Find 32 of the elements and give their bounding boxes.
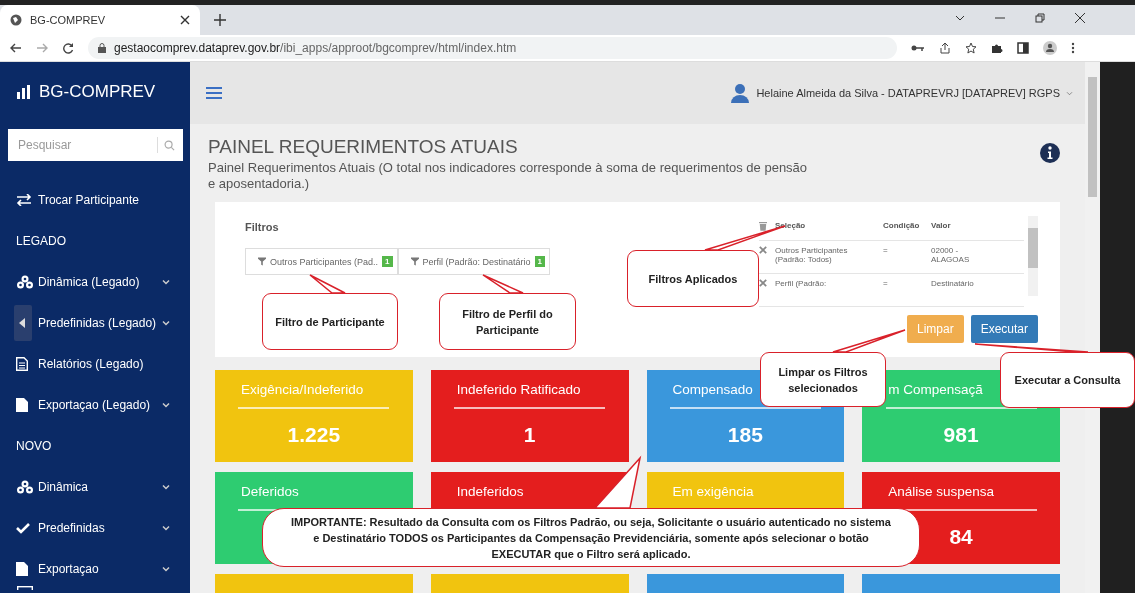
- card-label: Indeferido Ratificado: [456, 382, 581, 397]
- table-cell-text: =: [883, 246, 889, 255]
- column-header: Seleção: [775, 221, 807, 230]
- sidebar-section-heading: NOVO: [15, 437, 53, 455]
- card-label: Deferidos: [241, 484, 299, 499]
- table-cell-text: Perfil (Padrão:: [775, 279, 828, 288]
- card-value: 981: [943, 423, 979, 447]
- url-text: gestaocomprev.dataprev.gov.br/ibi_apps/approot/bgcomprev/html/index.htm: [114, 41, 517, 55]
- page-subtitle: Painel Requerimentos Atuais (O total nos indicadores corresponde à soma de requerimentos de pensão e aposentadoria.): [208, 160, 808, 192]
- card-value: 84: [949, 525, 973, 549]
- page-title: PAINEL REQUERIMENTOS ATUAIS: [208, 136, 519, 158]
- tab-title: BG-COMPREV: [30, 14, 107, 26]
- column-header: Condição: [883, 221, 921, 230]
- card-label: Em exigência: [672, 484, 754, 499]
- card-value: 185: [727, 423, 763, 447]
- card-value: 1: [523, 423, 536, 447]
- table-cell-text: Outros Participantes (Padrão: Todos): [775, 246, 849, 264]
- table-cell-text: 02000 - ALAGOAS: [931, 246, 971, 264]
- table-cell-text: Destinatário: [931, 279, 975, 288]
- column-header: Valor: [931, 221, 952, 230]
- filter-panel-title: Filtros: [245, 221, 280, 233]
- card-value: 1.225: [287, 423, 341, 447]
- sidebar-section-heading: LEGADO: [15, 232, 67, 250]
- card-label: Análise suspensa: [888, 484, 995, 499]
- table-cell-text: =: [883, 279, 889, 288]
- card-label: m Compensaçã: [888, 382, 983, 397]
- card-label: Exigência/Indeferido: [241, 382, 364, 397]
- card-label: Indeferidos: [456, 484, 524, 499]
- count-badge: 1: [382, 256, 393, 267]
- count-badge: 1: [534, 256, 546, 267]
- app-logo-text: BG-COMPREV: [39, 82, 156, 102]
- card-label: Compensado: [672, 382, 753, 397]
